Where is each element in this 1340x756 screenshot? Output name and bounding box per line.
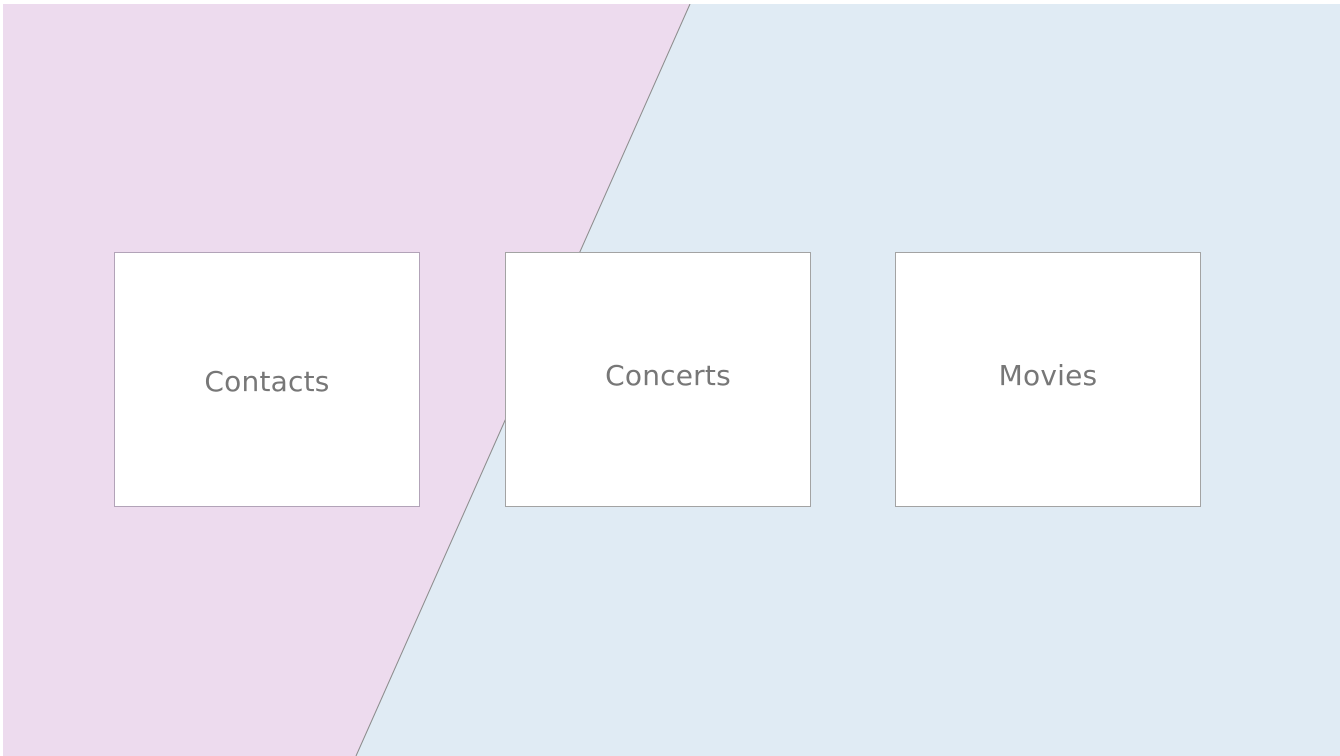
app-canvas: Contacts Concerts Movies: [3, 4, 1340, 756]
tile-concerts[interactable]: Concerts: [505, 252, 811, 507]
tile-movies[interactable]: Movies: [895, 252, 1201, 507]
tile-label-movies: Movies: [998, 359, 1098, 392]
tile-contacts[interactable]: Contacts: [114, 252, 420, 507]
tile-label-contacts: Contacts: [204, 365, 330, 398]
tile-label-concerts: Concerts: [605, 359, 731, 392]
